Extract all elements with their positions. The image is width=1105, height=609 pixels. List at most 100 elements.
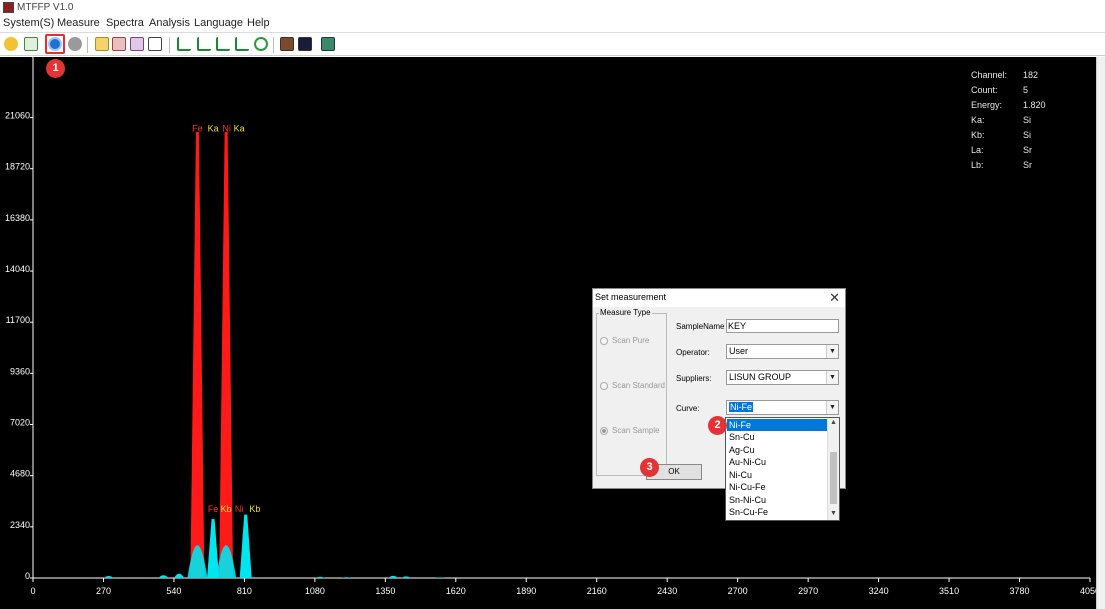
print-preview-icon[interactable] [130, 37, 144, 51]
sample-name-input[interactable]: KEY [726, 319, 839, 333]
refresh-icon[interactable] [254, 37, 268, 51]
peak-label: Kb [249, 504, 260, 514]
peak-label: Ni [235, 504, 244, 514]
dropdown-scrollbar[interactable]: ▲ ▼ [827, 418, 839, 520]
chevron-down-icon[interactable]: ▼ [826, 345, 838, 358]
x-tick-label: 3510 [939, 586, 959, 596]
menu-language[interactable]: Language [194, 17, 243, 29]
radio-scan-standard[interactable]: Scan Standard [600, 381, 665, 390]
y-tick-label: 4680 [10, 469, 30, 479]
y-tick-label: 0 [25, 571, 30, 581]
readout-channel-label: Channel: [971, 70, 1008, 80]
curve-option-ni-fe[interactable]: Ni-Fe [727, 419, 828, 431]
curve-dropdown-list: Ni-Fe Sn-Cu Ag-Cu Au-Ni-Cu Ni-Cu Ni-Cu-F… [725, 417, 840, 521]
radio-dot-icon [600, 336, 608, 345]
app-icon [3, 2, 14, 13]
peak-icon-1[interactable] [177, 37, 191, 51]
measure-type-group: Measure Type Scan Pure Scan Standard Sca… [596, 308, 667, 476]
x-tick-label: 540 [166, 586, 181, 596]
close-icon[interactable]: ✕ [829, 290, 840, 306]
menu-system[interactable]: System(S) [3, 17, 54, 29]
menu-analysis[interactable]: Analysis [149, 17, 190, 29]
dialog-title-bar: Set measurement ✕ [593, 289, 845, 307]
spectrum-plot[interactable]: 0 2340 4680 7020 9360 11700 14040 16380 18720 210… [0, 57, 1096, 609]
toolbar [0, 32, 1105, 56]
step-badge-1: 1 [46, 59, 65, 78]
radio-scan-sample[interactable]: Scan Sample [600, 426, 660, 435]
report-icon[interactable] [148, 37, 162, 51]
peak-label: Kb [221, 504, 232, 514]
curve-option-sn-cu-fe[interactable]: Sn-Cu-Fe [727, 506, 828, 518]
peak-label: Fe [192, 124, 203, 134]
open-folder-icon[interactable] [95, 37, 109, 51]
x-tick-label: 2700 [728, 586, 748, 596]
stop-icon[interactable] [68, 37, 82, 51]
spectrum-view-icon[interactable] [298, 37, 312, 51]
curve-option-ni-cu-fe[interactable]: Ni-Cu-Fe [727, 481, 828, 493]
readout-energy-value: 1.820 [1023, 100, 1046, 110]
spectrum-peak [239, 514, 252, 578]
smiley-icon[interactable] [4, 37, 18, 51]
y-tick-label: 18720 [5, 162, 30, 172]
readout-lb-value: Sr [1023, 160, 1032, 170]
suppliers-label: Suppliers: [676, 374, 712, 383]
move-icon[interactable] [24, 37, 38, 51]
peak-icon-4[interactable] [235, 37, 249, 51]
noise-peak [315, 576, 326, 578]
chevron-down-icon[interactable]: ▼ [826, 401, 838, 414]
curve-value: Ni-Fe [729, 402, 753, 412]
plot-scrollbar[interactable] [1096, 57, 1105, 609]
toolbar-separator [169, 37, 170, 53]
spectrum-peak-base [187, 545, 208, 578]
peak-label: Ka [234, 124, 245, 134]
radio-scan-pure[interactable]: Scan Pure [600, 336, 649, 345]
chevron-down-icon[interactable]: ▼ [826, 371, 838, 384]
x-tick-label: 1620 [446, 586, 466, 596]
curve-option-ag-cu[interactable]: Ag-Cu [727, 444, 828, 456]
dialog-title: Set measurement [595, 292, 667, 302]
radio-dot-selected-icon [600, 426, 608, 435]
suppliers-select[interactable]: LISUN GROUP ▼ [726, 370, 839, 385]
x-tick-label: 270 [96, 586, 111, 596]
readout-ka-label: Ka: [971, 115, 985, 125]
toolbar-separator [273, 37, 274, 53]
operator-value: User [729, 346, 749, 356]
readout-count-value: 5 [1023, 85, 1029, 95]
curve-option-sn-cu[interactable]: Sn-Cu [727, 431, 828, 443]
peak-icon-2[interactable] [197, 37, 211, 51]
radio-scan-pure-label: Scan Pure [612, 336, 650, 345]
app-title: MTFFP V1.0 [17, 2, 74, 13]
chevron-up-icon[interactable]: ▲ [828, 418, 839, 428]
x-tick-label: 2430 [657, 586, 677, 596]
operator-select[interactable]: User ▼ [726, 344, 839, 359]
y-tick-label: 16380 [5, 213, 30, 223]
readout-count-label: Count: [971, 85, 998, 95]
menu-measure[interactable]: Measure [57, 17, 100, 29]
x-tick-label: 2970 [798, 586, 818, 596]
y-tick-label: 14040 [5, 264, 30, 274]
readout-channel-value: 182 [1023, 70, 1039, 80]
dropdown-scroll-thumb[interactable] [830, 452, 837, 504]
menu-help[interactable]: Help [247, 17, 270, 29]
x-tick-label: 0 [30, 586, 35, 596]
export-icon[interactable] [321, 37, 335, 51]
noise-peak [158, 575, 169, 578]
peak-icon-3[interactable] [216, 37, 230, 51]
print-icon[interactable] [112, 37, 126, 51]
noise-peak [341, 577, 352, 578]
chevron-down-icon[interactable]: ▼ [828, 509, 839, 519]
title-bar: MTFFP V1.0 [0, 0, 1105, 16]
step-badge-2: 2 [708, 416, 727, 435]
readout-kb-value: Si [1023, 130, 1032, 140]
noise-peak [388, 575, 399, 578]
curve-option-sn-ni-cu[interactable]: Sn-Ni-Cu [727, 494, 828, 506]
noise-peak [103, 576, 114, 578]
palette-icon[interactable] [280, 37, 294, 51]
curve-option-au-ni-cu[interactable]: Au-Ni-Cu [727, 456, 828, 468]
x-tick-label: 3780 [1010, 586, 1030, 596]
peak-label: Fe [208, 504, 219, 514]
curve-select[interactable]: Ni-Fe ▼ [726, 400, 839, 415]
menu-spectra[interactable]: Spectra [106, 17, 144, 29]
curve-option-ni-cu[interactable]: Ni-Cu [727, 469, 828, 481]
suppliers-value: LISUN GROUP [729, 372, 792, 382]
